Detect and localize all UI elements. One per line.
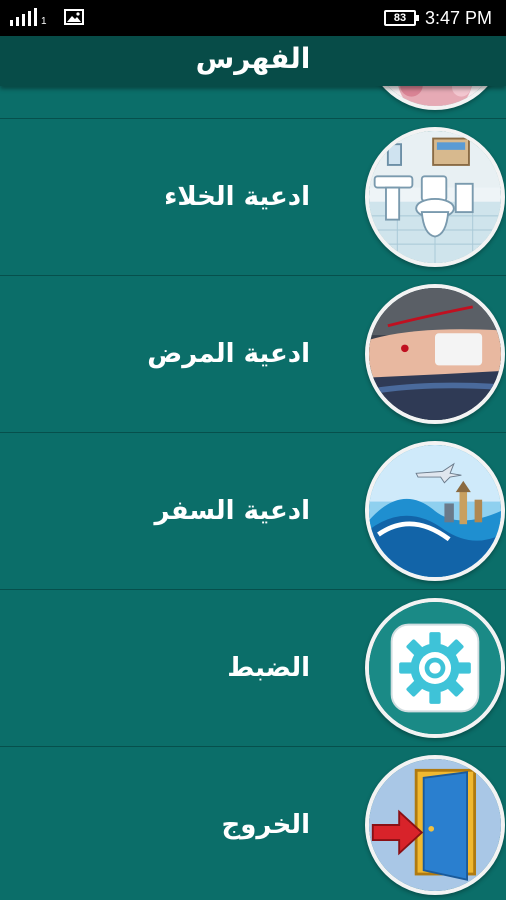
- list-item-partial[interactable]: [0, 86, 506, 119]
- menu-item-bathroom[interactable]: ادعية الخلاء: [0, 119, 506, 276]
- menu-item-label: الضبط: [227, 653, 310, 683]
- menu-item-settings[interactable]: الضبط: [0, 590, 506, 747]
- signal-icon: [10, 8, 37, 26]
- travel-icon: [365, 441, 505, 581]
- menu-item-illness[interactable]: ادعية المرض: [0, 276, 506, 433]
- menu-item-label: ادعية الخلاء: [164, 182, 310, 212]
- partial-item-icon: [365, 86, 505, 110]
- menu-item-travel[interactable]: ادعية السفر: [0, 433, 506, 590]
- menu-item-label: ادعية المرض: [147, 339, 310, 369]
- battery-indicator: 83: [384, 10, 419, 26]
- image-notification-icon: [64, 9, 84, 25]
- menu-item-label: ادعية السفر: [154, 496, 310, 526]
- page-title: الفهرس: [195, 42, 311, 75]
- iv-drip-icon: [365, 284, 505, 424]
- gear-icon: [365, 598, 505, 738]
- exit-door-icon: [365, 755, 505, 895]
- menu-item-label: الخروج: [221, 810, 311, 840]
- menu-item-exit[interactable]: الخروج: [0, 747, 506, 900]
- signal-label: 1: [41, 16, 47, 27]
- app-bar: الفهرس: [0, 36, 506, 86]
- menu-list: ادعية الخلاء ادعية المرض ادعية السفر الض…: [0, 86, 506, 900]
- status-bar: 1 83 3:47 PM: [0, 0, 506, 36]
- clock: 3:47 PM: [425, 8, 493, 28]
- bathroom-icon: [365, 127, 505, 267]
